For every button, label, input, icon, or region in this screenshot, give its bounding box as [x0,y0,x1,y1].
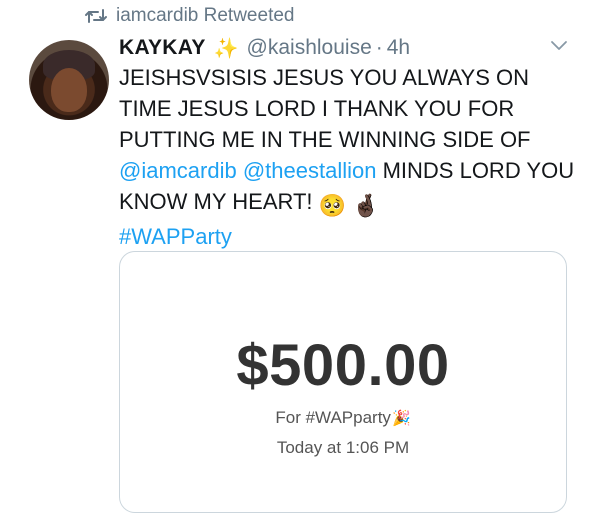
crossed-fingers-icon: 🤞🏿 [351,193,380,218]
pleading-face-icon: 🥺 [318,193,346,218]
sparkles-icon: ✨ [213,37,239,60]
tweet-body: JEISHSVSISIS JESUS YOU ALWAYS ON TIME JE… [119,62,579,252]
tweet-text-part1: JEISHSVSISIS JESUS YOU ALWAYS ON TIME JE… [119,65,531,152]
cash-app-payment-card[interactable]: $500.00 For #WAPparty🎉 Today at 1:06 PM [119,251,567,513]
tweet-timestamp[interactable]: 4h [387,36,410,60]
retweet-label[interactable]: iamcardib Retweeted [116,5,294,27]
payment-memo-text: For #WAPparty [275,408,391,427]
mention-iamcardib[interactable]: @iamcardib [119,158,237,183]
avatar-face [51,68,87,112]
separator-dot: · [375,36,383,59]
payment-memo: For #WAPparty🎉 [120,408,566,428]
hashtag-wapparty[interactable]: #WAPParty [119,224,232,249]
tweet-header: KAYKAY ✨ @kaishlouise · 4h [119,33,575,63]
author-handle[interactable]: @kaishlouise [247,36,372,60]
mention-theestallion[interactable]: @theestallion [243,158,377,183]
payment-amount: $500.00 [236,333,450,398]
retweet-indicator[interactable]: iamcardib Retweeted [84,4,294,28]
party-popper-icon: 🎉 [391,410,411,427]
avatar[interactable] [29,40,109,120]
author-name[interactable]: KAYKAY [119,36,206,60]
payment-date: Today at 1:06 PM [276,438,410,457]
chevron-down-icon[interactable] [548,36,570,54]
retweet-icon [84,7,108,25]
